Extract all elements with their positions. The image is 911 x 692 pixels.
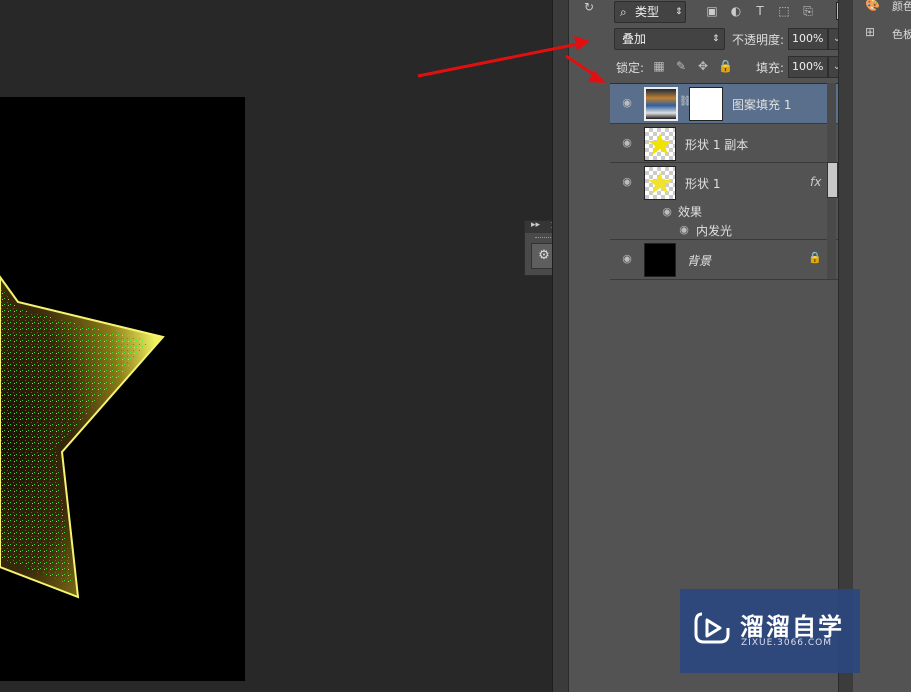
document-canvas[interactable]	[0, 97, 245, 681]
star-artwork	[0, 275, 165, 599]
panel-tab-label: 色板	[892, 28, 911, 41]
fx-icon[interactable]: fx	[810, 175, 821, 189]
panel-tab-label: 颜色	[892, 0, 911, 13]
lock-pixels-icon[interactable]: ✎	[674, 59, 688, 73]
layer-row-background[interactable]: ◉ 背景 🔒	[610, 240, 838, 280]
chevron-updown-icon: ⇕	[712, 34, 720, 44]
opacity-label: 不透明度:	[732, 33, 785, 47]
layer-name[interactable]: 形状 1	[685, 175, 720, 192]
grid-icon: ⊞	[865, 25, 876, 39]
pixel-filter-icon[interactable]: ▣	[705, 4, 719, 18]
eye-icon[interactable]: ◉	[620, 252, 634, 266]
panel-tab-swatches[interactable]: ⊞ 色板	[865, 25, 911, 41]
layer-thumbnail	[644, 87, 678, 121]
layer-filter-value: 类型	[635, 5, 660, 19]
layer-filter-select[interactable]: ⌕ 类型 ⇕	[614, 1, 686, 23]
search-icon: ⌕	[620, 5, 627, 19]
effects-label[interactable]: 效果	[678, 203, 702, 220]
layers-scrollbar-thumb[interactable]	[827, 162, 838, 198]
type-filter-icon[interactable]: T	[753, 4, 767, 18]
drag-grip[interactable]	[535, 237, 553, 240]
chevron-updown-icon: ⇕	[675, 7, 683, 17]
collapsed-panels: 🎨 颜色 ⊞ 色板	[853, 0, 911, 692]
eye-icon[interactable]: ◉	[620, 175, 634, 189]
star-icon	[648, 133, 672, 155]
eye-icon[interactable]: ◉	[620, 136, 634, 150]
shape-filter-icon[interactable]: ⬚	[777, 4, 791, 18]
fill-label: 填充:	[756, 61, 785, 75]
lock-position-icon[interactable]: ✥	[696, 59, 710, 73]
watermark-logo: 溜溜自学 ZIXUE.3066.COM	[680, 589, 860, 673]
layer-thumbnail	[644, 166, 676, 200]
history-icon[interactable]: ↻	[578, 0, 600, 14]
blend-mode-select[interactable]: 叠加 ⇕	[614, 28, 725, 50]
effect-item-inner-glow[interactable]: 内发光	[696, 222, 732, 239]
lock-all-icon[interactable]: 🔒	[718, 59, 733, 73]
document-workspace[interactable]	[0, 0, 552, 692]
fill-input[interactable]: 100%	[788, 56, 828, 78]
layer-mask-thumbnail[interactable]	[689, 87, 723, 121]
layer-thumbnail	[644, 243, 676, 277]
collapsed-dock: ↻	[568, 0, 611, 692]
lock-icon: 🔒	[808, 251, 822, 264]
adjustment-filter-icon[interactable]: ◐	[729, 4, 743, 18]
lock-label: 锁定:	[616, 61, 645, 75]
layer-list: ◉ ⛓ 图案填充 1 ◉ 形状 1 副本 ◉ 形状 1 fx ◉ 效果 ◉ 内发…	[610, 83, 838, 280]
dock-gutter	[552, 0, 569, 692]
star-icon	[648, 172, 672, 194]
lock-transparent-icon[interactable]: ▦	[652, 59, 666, 73]
smart-object-filter-icon[interactable]: ⎘	[801, 4, 815, 18]
layer-row-pattern-fill[interactable]: ◉ ⛓ 图案填充 1	[610, 84, 838, 124]
layer-name[interactable]: 背景	[687, 252, 711, 269]
layer-name[interactable]: 图案填充 1	[732, 96, 791, 113]
layer-row-shape-copy[interactable]: ◉ 形状 1 副本	[610, 124, 838, 163]
blend-mode-value: 叠加	[622, 32, 647, 46]
watermark-title: 溜溜自学	[740, 613, 844, 641]
eye-icon[interactable]: ◉	[677, 223, 691, 237]
panel-tab-color[interactable]: 🎨 颜色	[865, 0, 911, 14]
layer-row-shape[interactable]: ◉ 形状 1 fx ◉ 效果 ◉ 内发光	[610, 163, 838, 240]
eye-icon[interactable]: ◉	[660, 205, 674, 219]
collapse-icon[interactable]: ▸▸	[531, 220, 540, 230]
layer-name[interactable]: 形状 1 副本	[685, 136, 748, 153]
layer-thumbnail	[644, 127, 676, 161]
layer-filter-row: ⌕ 类型 ⇕ ▣ ◐ T ⬚ ⎘	[610, 0, 846, 24]
watermark-url: ZIXUE.3066.COM	[741, 638, 833, 648]
palette-icon: 🎨	[865, 0, 880, 12]
eye-icon[interactable]: ◉	[620, 96, 634, 110]
opacity-input[interactable]: 100%	[788, 28, 828, 50]
play-logo-icon	[694, 612, 730, 644]
